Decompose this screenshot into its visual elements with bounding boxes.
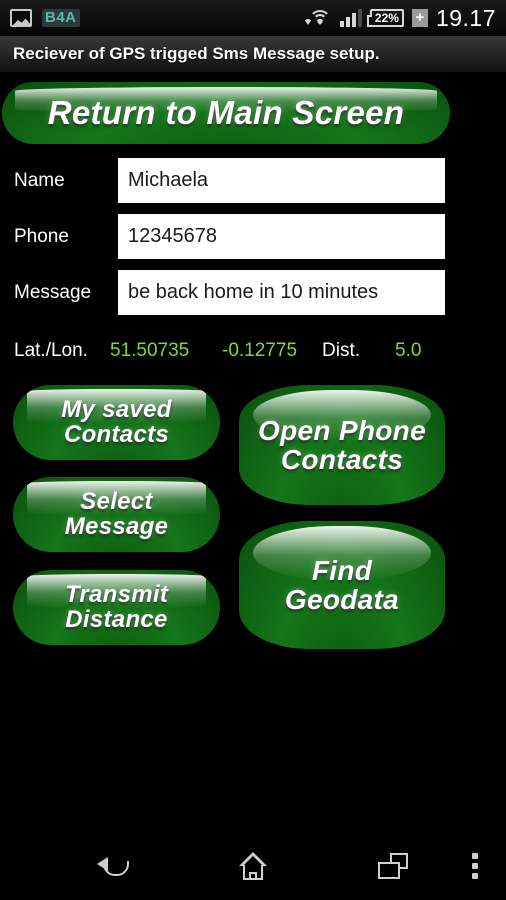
return-to-main-screen-label: Return to Main Screen <box>47 93 405 131</box>
transmit-distance-line1: Transmit <box>64 580 169 608</box>
status-bar-clock: 19.17 <box>435 4 496 31</box>
name-row: Name <box>0 158 506 203</box>
my-saved-contacts-label: My saved Contacts <box>61 395 172 448</box>
status-bar-left-icons: B4A <box>10 9 80 27</box>
open-phone-contacts-line1: Open Phone <box>258 414 426 446</box>
my-saved-contacts-line1: My saved <box>61 395 172 423</box>
battery-percent-label: 22% <box>374 11 399 25</box>
recent-apps-icon <box>378 853 408 879</box>
distance-label: Dist. <box>322 340 360 361</box>
my-saved-contacts-button[interactable]: My saved Contacts <box>13 385 220 460</box>
nav-overflow-menu-button[interactable] <box>455 832 495 900</box>
open-phone-contacts-button[interactable]: Open Phone Contacts <box>239 385 445 505</box>
name-input[interactable] <box>118 158 445 203</box>
nav-back-button[interactable] <box>75 832 151 900</box>
transmit-distance-label: Transmit Distance <box>64 580 169 633</box>
message-label: Message <box>14 282 92 303</box>
overflow-menu-icon <box>472 853 478 879</box>
latlon-label: Lat./Lon. <box>14 340 88 361</box>
home-icon <box>238 852 268 880</box>
app-screen: B4A 22% + 19.17 Reciever of GPS trigged … <box>0 0 506 900</box>
message-input[interactable] <box>118 270 445 315</box>
find-geodata-line1: Find <box>311 554 373 586</box>
select-message-line2: Message <box>64 512 169 540</box>
screenshot-image-icon <box>10 9 32 27</box>
find-geodata-line2: Geodata <box>284 584 400 615</box>
name-label: Name <box>14 170 65 191</box>
transmit-distance-button[interactable]: Transmit Distance <box>13 570 220 645</box>
distance-value: 5.0 <box>395 340 422 361</box>
find-geodata-label: Find Geodata <box>285 556 399 614</box>
phone-label: Phone <box>14 226 69 247</box>
select-message-line1: Select <box>80 487 153 515</box>
my-saved-contacts-line2: Contacts <box>63 420 170 448</box>
nav-recent-apps-button[interactable] <box>355 832 431 900</box>
status-bar-right-icons: 22% + 19.17 <box>303 4 496 32</box>
battery-icon: 22% <box>366 9 404 27</box>
phone-row: Phone <box>0 214 506 259</box>
coordinates-row: Lat./Lon. 51.50735 -0.12775 Dist. 5.0 <box>0 337 506 365</box>
b4a-app-icon: B4A <box>42 9 80 27</box>
open-phone-contacts-label: Open Phone Contacts <box>258 416 426 474</box>
android-navigation-bar <box>0 832 506 900</box>
status-bar: B4A 22% + 19.17 <box>0 0 506 36</box>
nav-home-button[interactable] <box>215 832 291 900</box>
open-phone-contacts-line2: Contacts <box>280 444 404 475</box>
battery-charging-icon: + <box>411 9 428 27</box>
wifi-icon <box>303 9 332 27</box>
return-to-main-screen-button[interactable]: Return to Main Screen <box>2 82 450 144</box>
back-icon <box>97 852 129 880</box>
select-message-label: Select Message <box>64 487 169 540</box>
phone-input[interactable] <box>118 214 445 259</box>
title-bar: Reciever of GPS trigged Sms Message setu… <box>0 36 506 73</box>
find-geodata-button[interactable]: Find Geodata <box>239 521 445 649</box>
latitude-value: 51.50735 <box>110 340 190 361</box>
transmit-distance-line2: Distance <box>65 605 168 633</box>
select-message-button[interactable]: Select Message <box>13 477 220 552</box>
longitude-value: -0.12775 <box>222 340 298 361</box>
cellular-signal-icon <box>339 9 362 27</box>
message-row: Message <box>0 270 506 315</box>
page-title: Reciever of GPS trigged Sms Message setu… <box>13 44 380 63</box>
